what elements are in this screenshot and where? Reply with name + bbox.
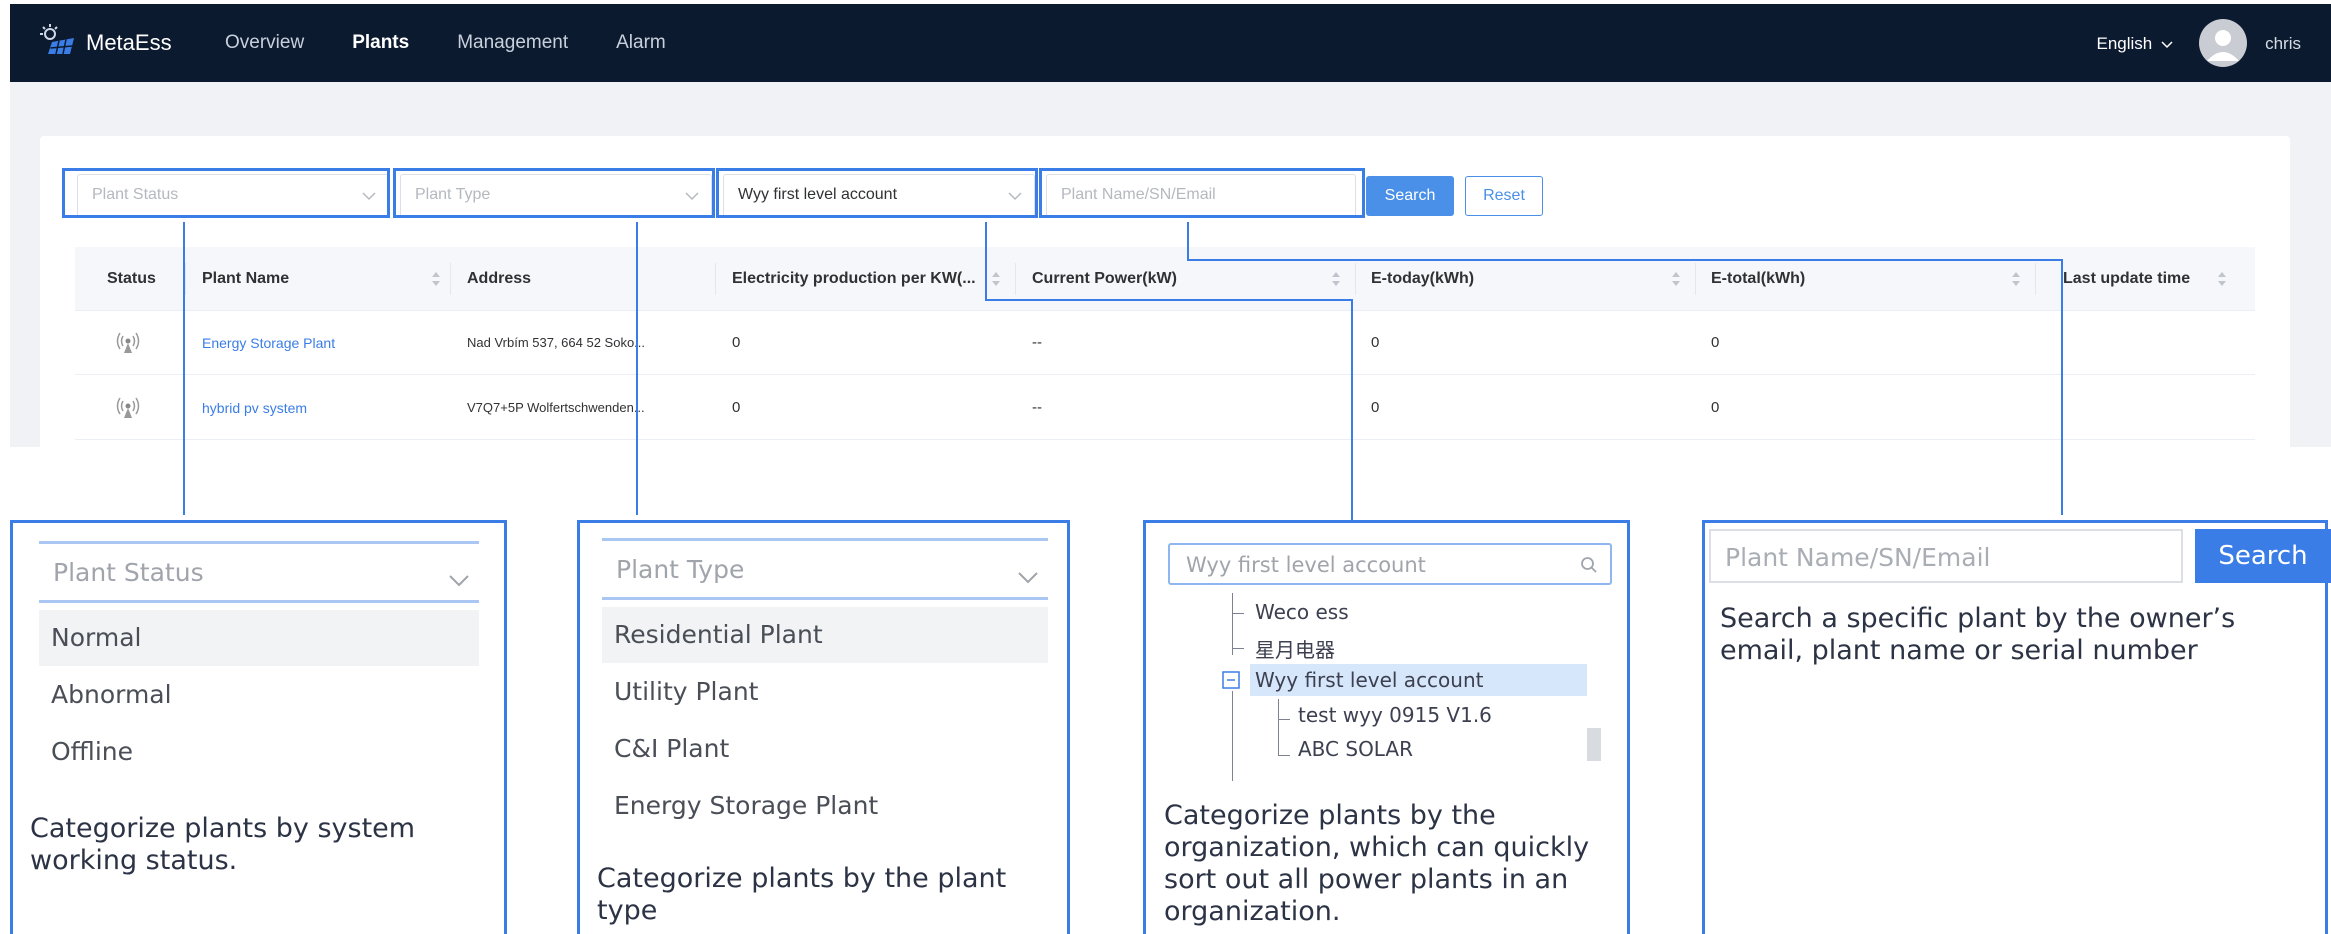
total-cell: 0 bbox=[1711, 334, 1720, 351]
power-cell: -- bbox=[1032, 399, 1042, 416]
solar-logo-icon bbox=[40, 24, 76, 61]
signal-status-icon bbox=[115, 331, 141, 360]
sort-icon[interactable] bbox=[2217, 271, 2227, 287]
nav-management[interactable]: Management bbox=[457, 32, 568, 54]
logo[interactable]: MetaEss bbox=[40, 24, 172, 61]
callout-plant-status: Plant Status Normal Abnormal Offline Cat… bbox=[10, 520, 507, 934]
org-search-placeholder: Wyy first level account bbox=[1186, 553, 1426, 577]
col-plant-name[interactable]: Plant Name bbox=[202, 247, 289, 311]
plants-page: MetaEss Overview Plants Management Alarm… bbox=[10, 4, 2331, 447]
plant-search-placeholder: Plant Name/SN/Email bbox=[1725, 543, 1991, 572]
highlight-status bbox=[62, 168, 390, 218]
tree-node[interactable]: test wyy 0915 V1.6 bbox=[1298, 703, 1492, 727]
tree-node-selected[interactable]: Wyy first level account bbox=[1255, 668, 1484, 692]
nav-alarm[interactable]: Alarm bbox=[616, 32, 666, 54]
nav-overview[interactable]: Overview bbox=[225, 32, 304, 54]
plant-name-link[interactable]: Energy Storage Plant bbox=[202, 311, 335, 375]
nav-plants[interactable]: Plants bbox=[352, 32, 409, 54]
option-residential[interactable]: Residential Plant bbox=[602, 607, 1048, 663]
col-electricity-production[interactable]: Electricity production per KW(... bbox=[732, 247, 976, 311]
total-cell: 0 bbox=[1711, 399, 1720, 416]
search-caption: Search a specific plant by the owner’s e… bbox=[1720, 603, 2236, 666]
plant-search-button[interactable]: Search bbox=[2195, 529, 2331, 583]
today-cell: 0 bbox=[1371, 399, 1380, 416]
language-label: English bbox=[2096, 34, 2153, 53]
brand-name: MetaEss bbox=[86, 29, 172, 55]
highlight-account bbox=[716, 168, 1038, 218]
chevron-down-icon bbox=[1018, 561, 1038, 590]
language-selector[interactable]: English bbox=[2097, 34, 2174, 54]
user-avatar-icon[interactable] bbox=[2199, 19, 2247, 67]
col-address: Address bbox=[467, 270, 532, 287]
address-cell: V7Q7+5P Wolfertschwenden... bbox=[467, 400, 645, 415]
callout-search: Plant Name/SN/Email Search Search a spec… bbox=[1702, 520, 2331, 934]
plant-search-input[interactable]: Plant Name/SN/Email bbox=[1709, 529, 2183, 583]
sort-icon[interactable] bbox=[991, 271, 1001, 287]
type-caption: Categorize plants by the plant type bbox=[597, 863, 1007, 926]
plant-name-link[interactable]: hybrid pv system bbox=[202, 376, 307, 440]
chevron-down-icon bbox=[2157, 34, 2173, 53]
type-dropdown[interactable]: Plant Type bbox=[602, 538, 1048, 600]
chevron-down-icon bbox=[449, 564, 469, 593]
power-cell: -- bbox=[1032, 334, 1042, 351]
option-abnormal[interactable]: Abnormal bbox=[39, 667, 479, 723]
option-normal[interactable]: Normal bbox=[39, 610, 479, 666]
highlight-type bbox=[393, 168, 715, 218]
sort-icon[interactable] bbox=[431, 271, 441, 287]
production-cell: 0 bbox=[732, 334, 741, 351]
table-header: Status Plant Name Address Electricity pr… bbox=[75, 247, 2255, 311]
main-nav: Overview Plants Management Alarm bbox=[225, 32, 666, 54]
highlight-search bbox=[1039, 168, 1365, 218]
top-navigation-bar: MetaEss Overview Plants Management Alarm… bbox=[10, 4, 2331, 82]
tree-node[interactable]: 星月电器 bbox=[1255, 634, 1335, 663]
col-current-power[interactable]: Current Power(kW) bbox=[1032, 247, 1177, 311]
status-dropdown-placeholder: Plant Status bbox=[53, 558, 204, 587]
tree-scrollbar[interactable] bbox=[1587, 728, 1601, 761]
tree-node[interactable]: ABC SOLAR bbox=[1298, 737, 1413, 761]
reset-button[interactable]: Reset bbox=[1465, 176, 1543, 216]
table-row[interactable]: hybrid pv system V7Q7+5P Wolfertschwende… bbox=[75, 376, 2255, 440]
option-utility[interactable]: Utility Plant bbox=[602, 664, 1048, 720]
col-last-update[interactable]: Last update time bbox=[2063, 247, 2190, 311]
sort-icon[interactable] bbox=[1331, 271, 1341, 287]
callout-organization: Wyy first level account Weco ess 星月电器 Wy… bbox=[1143, 520, 1630, 934]
plants-card: Plant Status Plant Type Wyy first level … bbox=[40, 136, 2290, 447]
sort-icon[interactable] bbox=[1671, 271, 1681, 287]
col-e-today[interactable]: E-today(kWh) bbox=[1371, 247, 1474, 311]
option-ci[interactable]: C&I Plant bbox=[602, 721, 1048, 777]
type-dropdown-placeholder: Plant Type bbox=[616, 555, 745, 584]
collapse-icon[interactable] bbox=[1222, 671, 1240, 694]
option-energy-storage[interactable]: Energy Storage Plant bbox=[602, 778, 1048, 834]
search-button[interactable]: Search bbox=[1366, 176, 1454, 216]
table-row[interactable]: Energy Storage Plant Nad Vrbím 537, 664 … bbox=[75, 311, 2255, 375]
org-search-input[interactable]: Wyy first level account bbox=[1168, 543, 1612, 585]
address-cell: Nad Vrbím 537, 664 52 Soko... bbox=[467, 335, 646, 350]
status-dropdown[interactable]: Plant Status bbox=[39, 541, 479, 603]
tree-node[interactable]: Weco ess bbox=[1255, 600, 1349, 624]
col-status: Status bbox=[107, 270, 156, 287]
org-caption: Categorize plants by the organization, w… bbox=[1164, 800, 1590, 927]
col-e-total[interactable]: E-total(kWh) bbox=[1711, 247, 1805, 311]
search-icon bbox=[1580, 555, 1598, 579]
sort-icon[interactable] bbox=[2011, 271, 2021, 287]
signal-status-icon bbox=[115, 396, 141, 425]
callout-plant-type: Plant Type Residential Plant Utility Pla… bbox=[577, 520, 1070, 934]
username[interactable]: chris bbox=[2265, 34, 2301, 54]
production-cell: 0 bbox=[732, 399, 741, 416]
option-offline[interactable]: Offline bbox=[39, 724, 479, 780]
today-cell: 0 bbox=[1371, 334, 1380, 351]
status-caption: Categorize plants by system working stat… bbox=[30, 813, 416, 876]
